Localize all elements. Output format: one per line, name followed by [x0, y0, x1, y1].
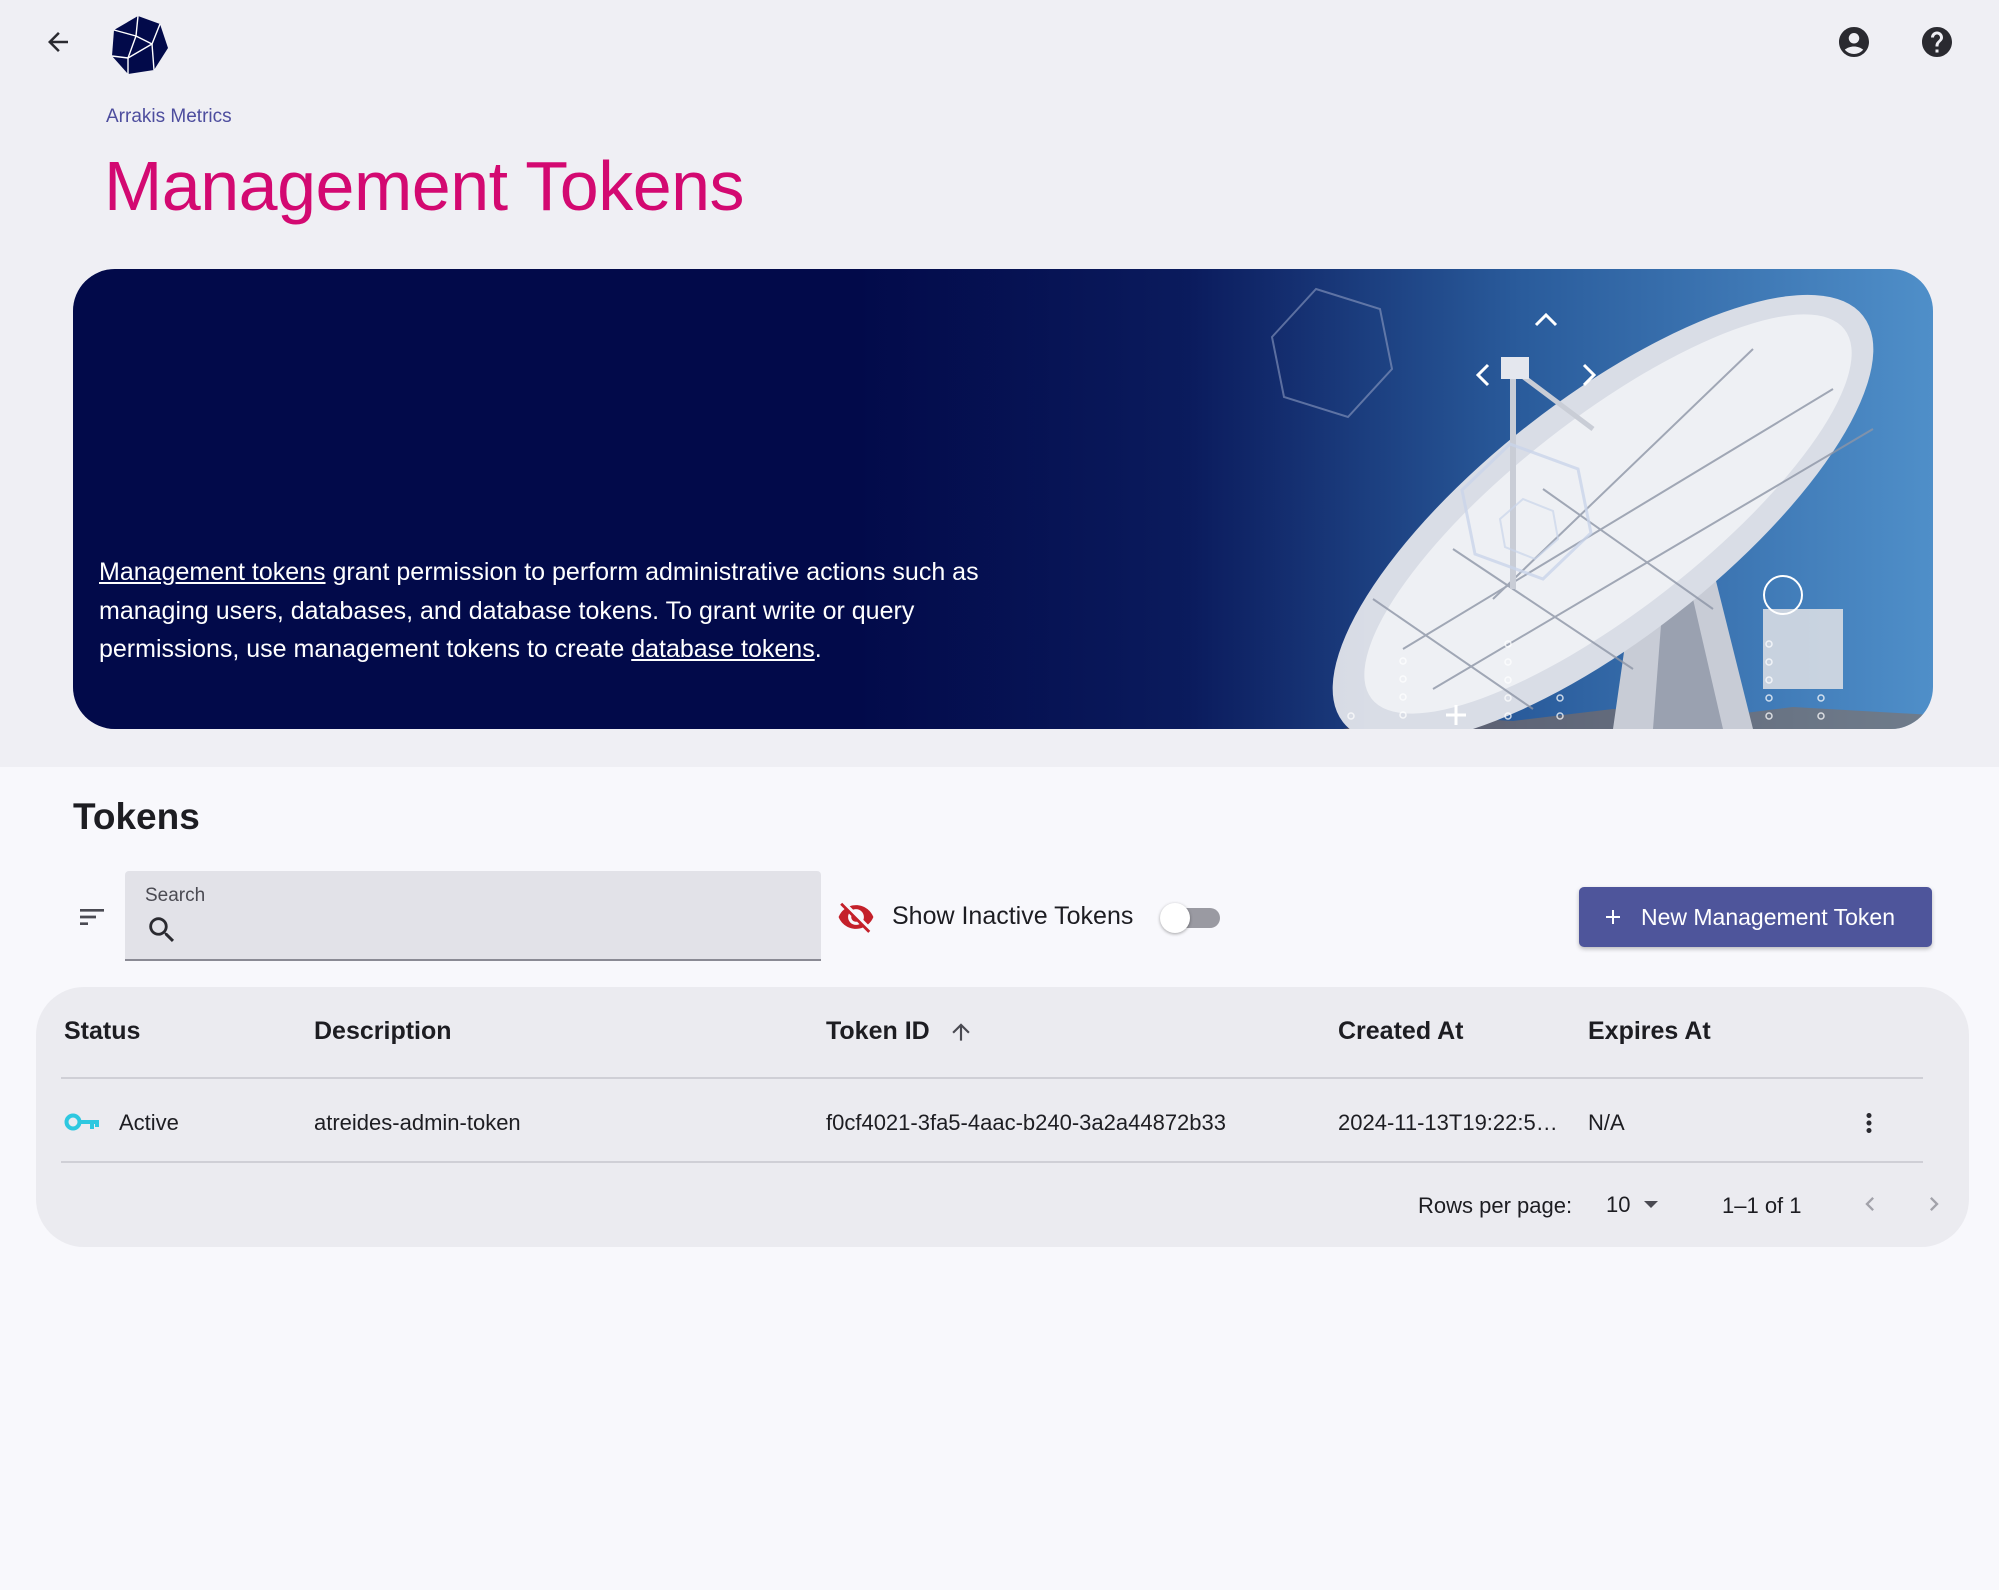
banner-description: Management tokens grant permission to pe… [99, 553, 999, 669]
expires-at-cell: N/A [1588, 1110, 1625, 1135]
created-at-cell: 2024-11-13T19:22:5… [1338, 1110, 1558, 1135]
show-inactive-toggle[interactable] [1160, 901, 1222, 935]
token-id-cell: f0cf4021-3fa5-4aac-b240-3a2a44872b33 [826, 1110, 1226, 1135]
rows-per-page-select[interactable]: 10 [1604, 1188, 1670, 1222]
search-input[interactable] [189, 913, 799, 947]
search-icon [149, 917, 175, 943]
column-header-status[interactable]: Status [64, 1017, 140, 1046]
search-field[interactable]: Search [125, 871, 821, 961]
chevron-down-icon [1644, 1201, 1658, 1208]
plus-icon [1606, 910, 1620, 924]
section-title: Tokens [73, 796, 200, 837]
arrow-up-icon[interactable] [948, 1019, 974, 1045]
eye-off-icon [838, 902, 874, 933]
chevron-right-icon [1930, 1197, 1939, 1211]
filter-list-icon [80, 909, 104, 925]
help-circle-icon [1922, 27, 1952, 57]
account-circle-icon [1839, 27, 1869, 57]
column-header-expires-at[interactable]: Expires At [1588, 1017, 1711, 1046]
breadcrumb[interactable]: Arrakis Metrics [106, 106, 232, 128]
next-page-button[interactable] [1916, 1186, 1952, 1222]
toggle-thumb [1160, 903, 1190, 933]
column-header-token-id[interactable]: Token ID [826, 1017, 930, 1046]
rows-per-page-label: Rows per page: [1418, 1193, 1573, 1218]
more-vert-icon [1866, 1113, 1872, 1133]
header-divider [61, 1077, 1923, 1079]
column-header-description[interactable]: Description [314, 1017, 452, 1046]
description-cell: atreides-admin-token [314, 1110, 521, 1135]
arrow-left-icon [48, 32, 68, 52]
account-button[interactable] [1834, 22, 1874, 62]
show-inactive-label: Show Inactive Tokens [892, 902, 1134, 930]
chevron-left-icon [1865, 1197, 1874, 1211]
filter-button[interactable] [72, 899, 112, 935]
help-button[interactable] [1917, 22, 1957, 62]
pagination-range: 1–1 of 1 [1722, 1193, 1802, 1218]
column-header-created-at[interactable]: Created At [1338, 1017, 1464, 1046]
previous-page-button[interactable] [1852, 1186, 1888, 1222]
new-management-token-button[interactable]: New Management Token [1579, 887, 1932, 947]
back-button[interactable] [38, 22, 78, 62]
rows-per-page-value: 10 [1606, 1192, 1631, 1217]
banner-text-part2: . [814, 635, 822, 663]
status-cell: Active [119, 1110, 179, 1135]
new-button-label: New Management Token [1641, 903, 1895, 930]
key-icon [64, 1113, 99, 1131]
row-divider [61, 1161, 1923, 1163]
polyhedron-logo-icon[interactable] [108, 14, 170, 76]
page-title: Management Tokens [104, 147, 745, 225]
search-label: Search [145, 885, 206, 906]
management-tokens-link[interactable]: Management tokens [99, 558, 326, 586]
database-tokens-link[interactable]: database tokens [631, 635, 814, 663]
row-actions-button[interactable] [1851, 1104, 1887, 1142]
info-banner: Management tokens grant permission to pe… [73, 269, 1933, 729]
